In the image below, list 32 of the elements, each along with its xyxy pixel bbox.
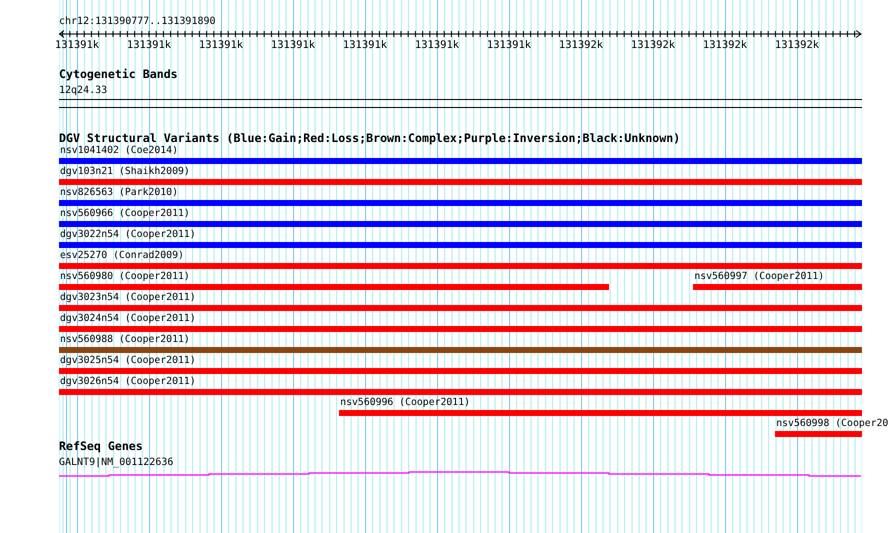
tick-label: 131391k bbox=[270, 39, 316, 51]
variant-label: dgv103n21 (Shaikh2009) bbox=[60, 166, 190, 178]
tick-label: 131391k bbox=[54, 39, 100, 51]
tick-label: 131392k bbox=[630, 39, 676, 51]
tick-label: 131391k bbox=[342, 39, 388, 51]
variant-label: nsv560997 (Cooper2011) bbox=[694, 271, 824, 283]
variant-label: esv25270 (Conrad2009) bbox=[60, 250, 184, 262]
variant-label: dgv3024n54 (Cooper2011) bbox=[60, 313, 196, 325]
band-label: 12q24.33 bbox=[59, 85, 108, 97]
variant-label: nsv560966 (Cooper2011) bbox=[60, 208, 190, 220]
tick-label: 131391k bbox=[126, 39, 172, 51]
variant-label: dgv3025n54 (Cooper2011) bbox=[60, 355, 196, 367]
tick-label: 131391k bbox=[486, 39, 532, 51]
track-title: Cytogenetic Bands bbox=[59, 67, 178, 81]
tick-label: 131392k bbox=[558, 39, 604, 51]
variant-label: dgv3022n54 (Cooper2011) bbox=[60, 229, 196, 241]
variant-label: nsv560998 (Cooper20 bbox=[776, 418, 888, 430]
ruler-title: chr12:131390777..131391890 bbox=[59, 16, 216, 28]
variant-label: dgv3023n54 (Cooper2011) bbox=[60, 292, 196, 304]
tick-label: 131392k bbox=[702, 39, 748, 51]
gene-label: GALNT9|NM_001122636 bbox=[59, 457, 174, 469]
variant-label: nsv560996 (Cooper2011) bbox=[340, 397, 470, 409]
tick-label: 131391k bbox=[198, 39, 244, 51]
tick-label: 131391k bbox=[414, 39, 460, 51]
variant-label: nsv826563 (Park2010) bbox=[60, 187, 178, 199]
track-title: RefSeq Genes bbox=[59, 439, 143, 453]
variant-label: nsv560980 (Cooper2011) bbox=[60, 271, 190, 283]
tick-label: 131392k bbox=[774, 39, 820, 51]
variant-label: nsv1041402 (Coe2014) bbox=[60, 145, 178, 157]
variant-label: nsv560988 (Cooper2011) bbox=[60, 334, 190, 346]
track-title: DGV Structural Variants (Blue:Gain;Red:Loss;Brown:Complex;Purple:Inversion;Black:Unknown) bbox=[59, 131, 680, 145]
variant-label: dgv3026n54 (Cooper2011) bbox=[60, 376, 196, 388]
